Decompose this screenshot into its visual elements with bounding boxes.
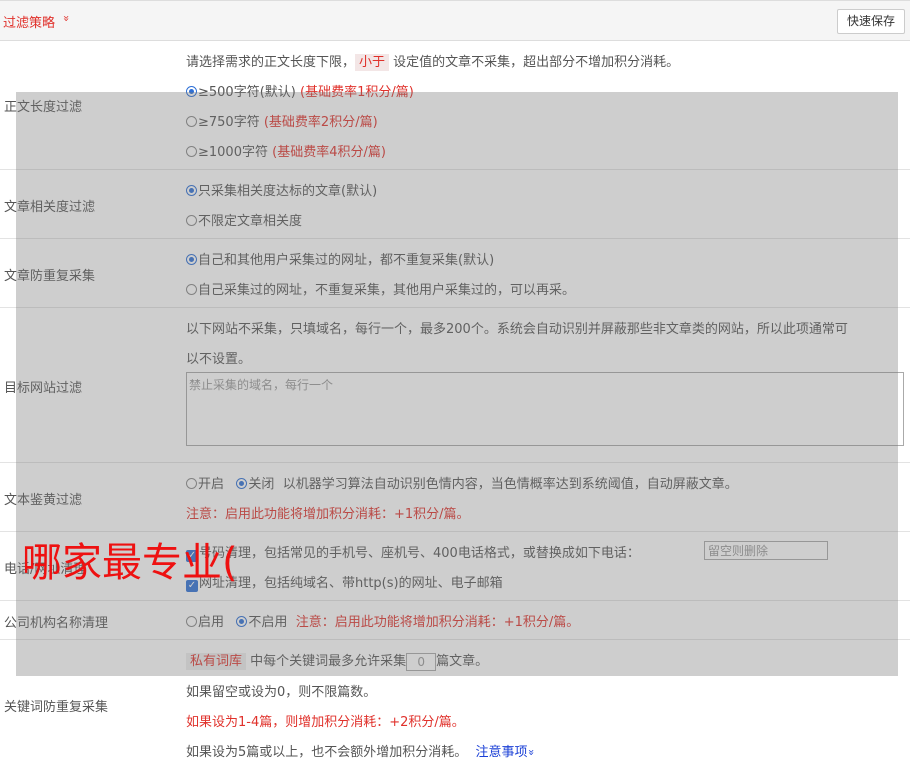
filter-strategy-header: 过滤策略 » 快速保存 <box>0 0 910 41</box>
keyword-dedup-line2: 如果留空或设为0，则不限篇数。 <box>186 685 377 700</box>
quick-save-button[interactable]: 快速保存 <box>836 9 905 34</box>
watermark-text: 哪家最专业( <box>22 540 238 586</box>
keyword-dedup-line4: 如果设为5篇或以上，也不会额外增加积分消耗。 注意事项» <box>186 745 538 760</box>
grey-overlay <box>16 92 898 676</box>
keyword-dedup-line3: 如果设为1-4篇，则增加积分消耗：+2积分/篇。 <box>186 715 465 730</box>
chevron-down-icon[interactable]: » <box>60 15 73 22</box>
section-title[interactable]: 过滤策略 <box>3 12 55 31</box>
notes-link[interactable]: 注意事项 <box>476 745 528 760</box>
chevron-down-icon[interactable]: » <box>524 749 537 756</box>
less-than-tag: 小于 <box>355 54 390 71</box>
length-filter-desc: 请选择需求的正文长度下限， 小于 设定值的文章不采集，超出部分不增加积分消耗。 <box>186 54 680 71</box>
keyword-dedup-label: 关键词防重复采集 <box>4 700 109 715</box>
